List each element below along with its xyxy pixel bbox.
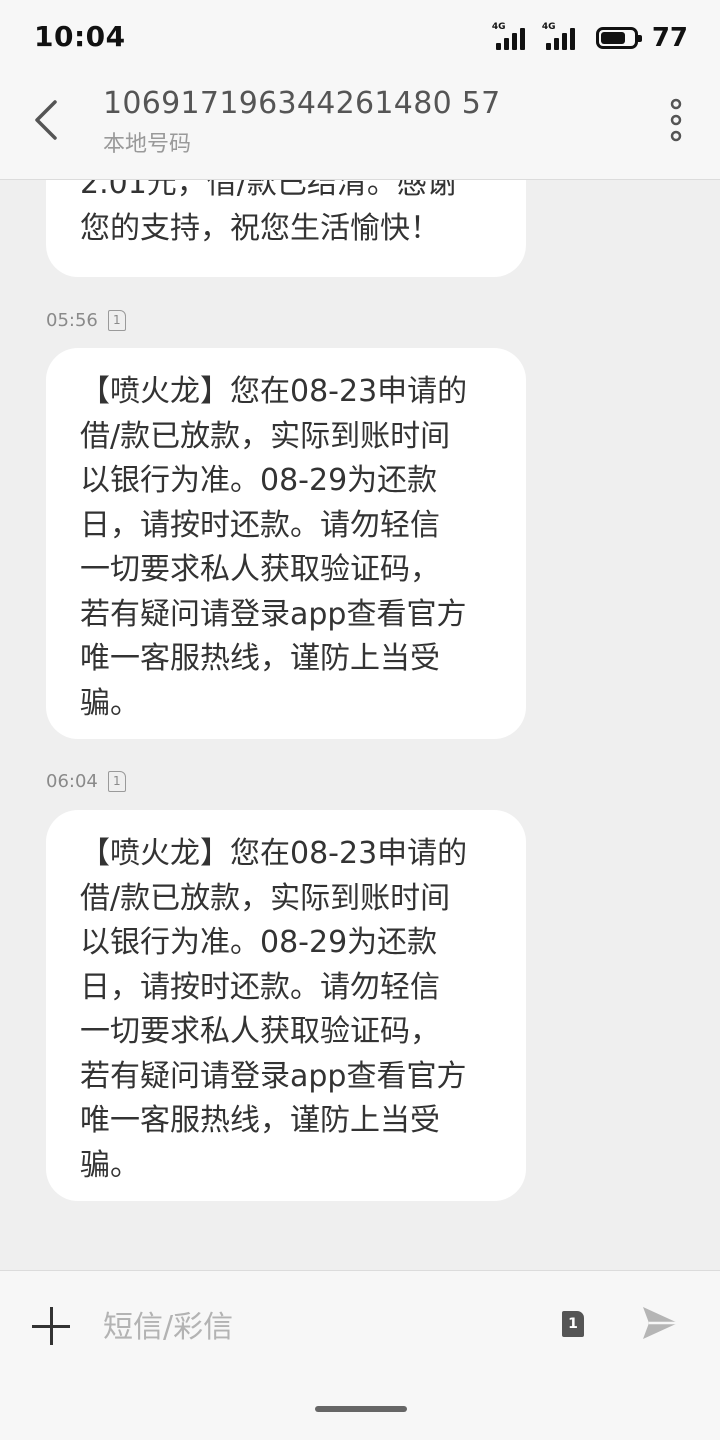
message-time: 06:04 bbox=[46, 771, 98, 792]
signal-1-icon: 4G bbox=[492, 22, 528, 52]
conversation-header: 106917196344261480 57 本地号码 bbox=[0, 78, 720, 180]
sim-card-icon: 1 bbox=[107, 310, 126, 331]
contact-number: 106917196344261480 57 bbox=[103, 86, 501, 121]
home-indicator[interactable] bbox=[315, 1406, 407, 1412]
send-icon bbox=[643, 1307, 678, 1339]
attach-button[interactable] bbox=[30, 1305, 74, 1349]
message-input[interactable] bbox=[103, 1299, 523, 1355]
message-bubble[interactable]: 【喷火龙】您在08-23申请的 借/款已放款，实际到账时间 以银行为准。08-2… bbox=[46, 348, 526, 739]
sim-select-button[interactable]: 1 bbox=[562, 1311, 584, 1337]
message-time: 05:56 bbox=[46, 310, 98, 331]
sim-card-icon: 1 bbox=[107, 771, 126, 792]
message-meta: 05:56 1 bbox=[46, 310, 126, 331]
status-indicators: 4G 4G 77 bbox=[492, 22, 688, 54]
status-time: 10:04 bbox=[34, 20, 126, 53]
message-meta: 06:04 1 bbox=[46, 771, 126, 792]
battery-percentage: 77 bbox=[651, 23, 688, 53]
message-list[interactable]: 2.01元，借/款已结清。感谢 您的支持，祝您生活愉快！ 05:56 1 【喷火… bbox=[0, 180, 720, 1270]
contact-subtitle: 本地号码 bbox=[103, 132, 192, 157]
back-button[interactable] bbox=[22, 96, 70, 144]
more-vertical-icon bbox=[670, 98, 682, 142]
message-bubble[interactable]: 【喷火龙】您在08-23申请的 借/款已放款，实际到账时间 以银行为准。08-2… bbox=[46, 810, 526, 1201]
battery-fill bbox=[600, 32, 626, 44]
send-button[interactable] bbox=[640, 1303, 684, 1347]
signal-2-icon: 4G bbox=[542, 22, 578, 52]
chevron-left-icon bbox=[35, 100, 57, 140]
message-composer: 1 bbox=[0, 1270, 720, 1440]
status-bar: 10:04 4G 4G 77 bbox=[0, 0, 720, 78]
more-options-button[interactable] bbox=[658, 98, 694, 142]
battery-icon bbox=[595, 27, 642, 49]
message-bubble[interactable]: 2.01元，借/款已结清。感谢 您的支持，祝您生活愉快！ bbox=[46, 180, 526, 277]
